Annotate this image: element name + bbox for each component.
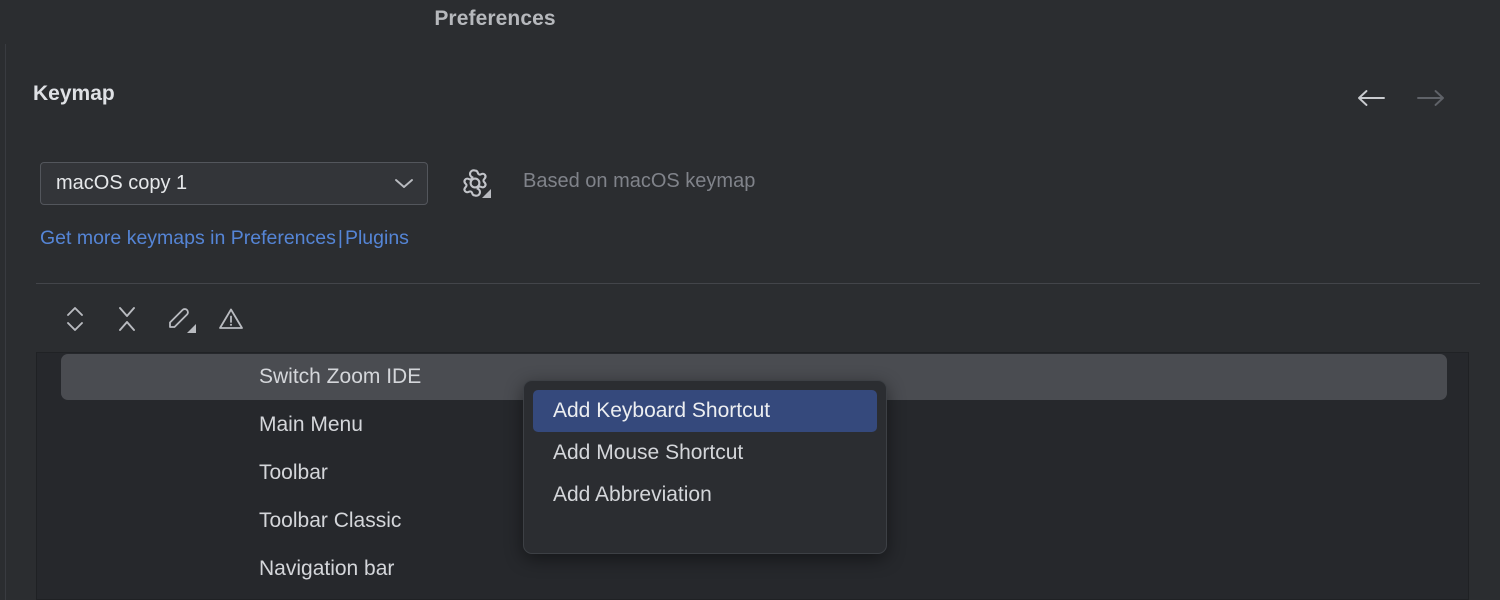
section-separator bbox=[36, 283, 1480, 284]
warning-triangle-icon bbox=[219, 308, 243, 329]
collapse-all-button[interactable] bbox=[104, 296, 150, 342]
collapse-all-icon bbox=[119, 307, 135, 331]
page-title: Keymap bbox=[33, 82, 115, 105]
chevron-down-icon bbox=[381, 177, 427, 190]
get-more-keymaps-links: Get more keymaps in Preferences | Plugins bbox=[40, 227, 409, 250]
window-titlebar: Preferences bbox=[0, 0, 1500, 42]
context-menu: Add Keyboard Shortcut Add Mouse Shortcut… bbox=[523, 380, 887, 554]
link-separator: | bbox=[337, 227, 343, 249]
edit-dropdown-indicator-icon bbox=[187, 324, 196, 333]
list-item-label: Toolbar bbox=[259, 461, 328, 484]
plugins-link[interactable]: Plugins bbox=[345, 227, 409, 249]
keymap-settings-button[interactable] bbox=[456, 164, 496, 204]
back-button[interactable] bbox=[1354, 82, 1388, 114]
forward-button[interactable] bbox=[1414, 82, 1448, 114]
gear-dropdown-indicator-icon bbox=[482, 189, 491, 198]
expand-all-button[interactable] bbox=[52, 296, 98, 342]
based-on-label: Based on macOS keymap bbox=[523, 170, 756, 192]
edit-shortcut-button[interactable] bbox=[156, 296, 202, 342]
window-title: Preferences bbox=[434, 7, 556, 30]
expand-all-icon bbox=[67, 307, 83, 331]
conflicts-button[interactable] bbox=[208, 296, 254, 342]
keymap-toolbar bbox=[0, 296, 1500, 600]
menu-item-add-abbreviation[interactable]: Add Abbreviation bbox=[533, 474, 877, 516]
navigation-arrows bbox=[1354, 82, 1448, 114]
list-item-label: Main Menu bbox=[259, 413, 363, 436]
menu-item-label: Add Abbreviation bbox=[553, 483, 712, 506]
menu-item-add-mouse-shortcut[interactable]: Add Mouse Shortcut bbox=[533, 432, 877, 474]
menu-item-add-keyboard-shortcut[interactable]: Add Keyboard Shortcut bbox=[533, 390, 877, 432]
arrow-left-icon bbox=[1358, 90, 1385, 106]
preferences-link[interactable]: Get more keymaps in Preferences bbox=[40, 227, 336, 249]
keymap-select-value: macOS copy 1 bbox=[56, 172, 188, 194]
list-item-label: Toolbar Classic bbox=[259, 509, 402, 532]
preferences-window: Preferences Keymap macOS copy 1 Based on… bbox=[0, 0, 1500, 600]
list-item-label: Navigation bar bbox=[259, 557, 395, 580]
keymap-select[interactable]: macOS copy 1 bbox=[40, 162, 428, 205]
arrow-right-icon bbox=[1417, 90, 1444, 106]
menu-item-label: Add Keyboard Shortcut bbox=[553, 399, 771, 422]
list-item-label: Switch Zoom IDE bbox=[259, 365, 422, 388]
menu-item-label: Add Mouse Shortcut bbox=[553, 441, 744, 464]
